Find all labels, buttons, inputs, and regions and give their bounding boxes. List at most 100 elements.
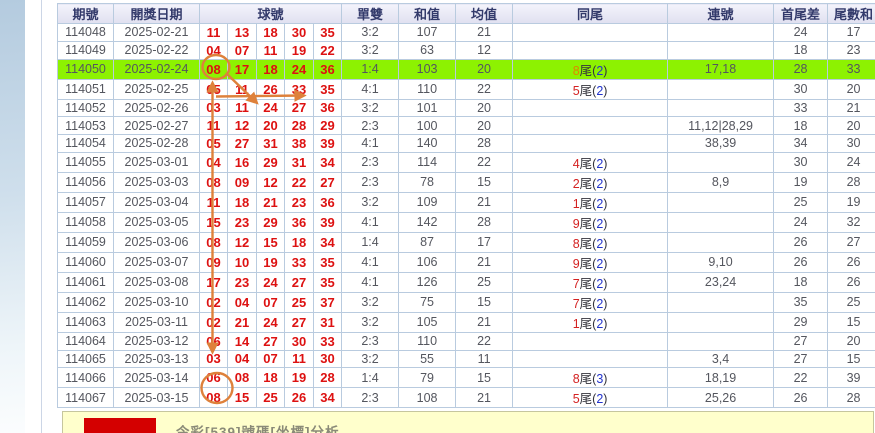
consecutive-cell: 17,18 (667, 58, 775, 80)
period-cell: 114052 (57, 98, 114, 118)
tail-sum-cell: 15 (827, 349, 875, 369)
ball-number: 24 (284, 58, 314, 80)
ball-number: 26 (256, 78, 285, 100)
same-tail-cell: 5尾(2) (512, 78, 669, 100)
same-tail-cell (512, 134, 669, 153)
ball-number: 31 (284, 151, 314, 173)
same-tail-cell: 5尾(2) (512, 387, 669, 409)
ball-number: 18 (256, 23, 285, 42)
same-tail-label: 尾( (579, 216, 597, 231)
sum-cell: 110 (398, 331, 457, 351)
date-cell: 2025-03-06 (113, 231, 200, 253)
ball-number: 30 (284, 23, 314, 42)
sum-cell: 75 (398, 291, 457, 313)
odd-even-cell: 2:3 (341, 331, 400, 351)
same-tail-label: 尾( (579, 156, 597, 171)
mean-cell: 22 (455, 151, 514, 173)
ball-number: 29 (312, 116, 343, 135)
table-row: 114064 2025-03-12 06 14 27 30 33 2:3 110 22 27 20 (57, 331, 875, 351)
same-tail-cell: 4尾(2) (512, 151, 669, 173)
same-tail-digit: 5 (572, 83, 580, 98)
ball-number: 12 (256, 171, 285, 193)
ball-number: 19 (256, 251, 285, 273)
tail-sum-cell: 30 (827, 134, 875, 153)
mean-cell: 28 (455, 134, 514, 153)
ball-number: 34 (312, 151, 343, 173)
ball-number: 36 (312, 58, 343, 80)
same-tail-cell: 8尾(3) (512, 367, 669, 389)
ball-number: 21 (256, 191, 285, 213)
sum-cell: 108 (398, 387, 457, 409)
tail-sum-cell: 28 (827, 171, 875, 193)
same-tail-label: 尾( (579, 296, 597, 311)
header-row: 期號 開獎日期 球號 單雙 和值 均值 同尾 連號 首尾差 尾數和 (57, 3, 875, 24)
same-tail-label: 尾( (579, 392, 597, 407)
same-tail-label: 尾( (579, 196, 597, 211)
ball-number: 33 (284, 251, 314, 273)
header-first-last-diff: 首尾差 (773, 3, 829, 24)
same-tail-cell: 2尾(2) (512, 171, 669, 193)
ball-number: 05 (199, 134, 228, 153)
first-last-diff-cell: 33 (773, 98, 829, 118)
ball-number: 08 (199, 58, 228, 80)
period-cell: 114059 (57, 231, 114, 253)
ball-number: 34 (312, 387, 343, 409)
ball-number: 33 (284, 78, 314, 100)
first-last-diff-cell: 30 (773, 78, 829, 100)
ball-number: 25 (256, 387, 285, 409)
ball-number: 27 (227, 134, 257, 153)
ball-number: 02 (199, 311, 228, 333)
period-cell: 114066 (57, 367, 114, 389)
lottery-results-table: 期號 開獎日期 球號 單雙 和值 均值 同尾 連號 首尾差 尾數和 114048… (57, 3, 875, 409)
header-sum: 和值 (398, 3, 457, 24)
ball-number: 11 (199, 116, 228, 135)
consecutive-cell: 9,10 (667, 251, 775, 273)
first-last-diff-cell: 24 (773, 23, 829, 42)
tail-sum-cell: 26 (827, 271, 875, 293)
same-tail-digit: 1 (572, 196, 580, 211)
period-cell: 114057 (57, 191, 114, 213)
consecutive-cell (667, 40, 775, 60)
date-cell: 2025-03-12 (113, 331, 200, 351)
ball-number: 31 (312, 311, 343, 333)
table-row: 114060 2025-03-07 09 10 19 33 35 4:1 106 21 9尾(2) 9… (57, 251, 875, 273)
table-row: 114061 2025-03-08 17 23 24 27 35 4:1 126 25 7尾(2) 2… (57, 271, 875, 293)
same-tail-digit: 5 (572, 392, 580, 407)
tail-sum-cell: 20 (827, 331, 875, 351)
ball-number: 27 (284, 311, 314, 333)
first-last-diff-cell: 26 (773, 231, 829, 253)
ball-number: 33 (312, 331, 343, 351)
ball-number: 35 (312, 23, 343, 42)
table-row: 114062 2025-03-10 02 04 07 25 37 3:2 75 15 7尾(2) 35… (57, 291, 875, 313)
period-cell: 114055 (57, 151, 114, 173)
same-tail-digit: 9 (572, 256, 580, 271)
first-last-diff-cell: 28 (773, 58, 829, 80)
ball-number: 11 (227, 98, 257, 118)
first-last-diff-cell: 25 (773, 191, 829, 213)
table-row: 114051 2025-02-25 05 11 26 33 35 4:1 110 22 5尾(2) 3… (57, 78, 875, 100)
same-tail-cell: 8尾(2) (512, 231, 669, 253)
ball-number: 11 (284, 349, 314, 369)
sum-cell: 78 (398, 171, 457, 193)
period-cell: 114053 (57, 116, 114, 135)
mean-cell: 21 (455, 311, 514, 333)
tail-sum-cell: 26 (827, 251, 875, 273)
tail-sum-cell: 39 (827, 367, 875, 389)
ball-number: 23 (284, 191, 314, 213)
tail-sum-cell: 28 (827, 387, 875, 409)
table-row: 114050 2025-02-24 08 17 18 24 36 1:4 103 20 8尾(2) 1… (57, 58, 875, 80)
same-tail-cell: 1尾(2) (512, 191, 669, 213)
period-cell: 114062 (57, 291, 114, 313)
first-last-diff-cell: 18 (773, 116, 829, 135)
same-tail-label: ) (603, 216, 608, 231)
header-odd-even: 單雙 (341, 3, 400, 24)
ball-number: 11 (199, 23, 228, 42)
same-tail-cell (512, 331, 669, 351)
legend-red-swatch (84, 418, 156, 433)
table-row: 114063 2025-03-11 02 21 24 27 31 3:2 105 21 1尾(2) 2… (57, 311, 875, 333)
date-cell: 2025-03-01 (113, 151, 200, 173)
same-tail-label: 尾( (579, 372, 597, 387)
odd-even-cell: 4:1 (341, 211, 400, 233)
same-tail-label: ) (603, 256, 608, 271)
sum-cell: 103 (398, 58, 457, 80)
